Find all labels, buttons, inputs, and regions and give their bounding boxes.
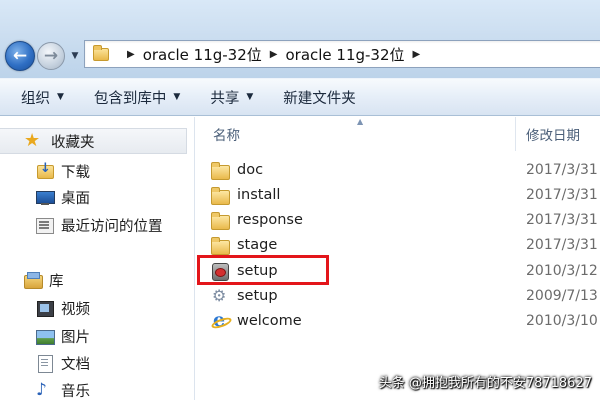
breadcrumb-item[interactable]: oracle 11g-32位 [285,44,404,65]
file-name: welcome [237,312,302,329]
file-name: install [237,186,281,203]
caret-down-icon: ▼ [173,92,181,102]
file-name: setup [237,287,278,304]
sidebar-item-label: 视频 [61,301,90,318]
file-row[interactable]: setup 2009/7/13 [211,283,600,308]
file-date: 2010/3/12 [526,262,598,279]
folder-icon [211,211,230,230]
new-folder-button[interactable]: 新建文件夹 [283,87,356,108]
file-date: 2017/3/31 [526,211,598,228]
caret-down-icon: ▼ [246,92,254,102]
file-row[interactable]: welcome 2010/3/10 [211,308,600,333]
document-icon [36,355,54,373]
watermark: 头条 @拥抱我所有的不安78718627 [378,376,592,391]
organize-label: 组织 [21,90,50,107]
music-icon: ♪ [36,380,47,400]
include-in-library-button[interactable]: 包含到库中 ▼ [94,87,180,108]
sidebar-item-label: 最近访问的位置 [61,218,163,235]
picture-icon [36,328,55,345]
breadcrumb-separator-icon[interactable]: ▶ [127,49,135,60]
file-name: doc [237,161,264,178]
file-date: 2017/3/31 [526,236,598,253]
command-toolbar: 组织 ▼ 包含到库中 ▼ 共享 ▼ 新建文件夹 [0,78,600,116]
file-name: response [237,211,303,228]
sidebar-item-label: 图片 [61,329,90,346]
share-label: 共享 [210,90,240,107]
folder-icon [211,236,230,255]
sidebar-item-label: 下载 [61,164,90,181]
file-row[interactable]: stage 2017/3/31 [211,232,600,257]
forward-arrow-icon: → [43,45,59,66]
downloads-folder-icon [36,161,54,179]
star-icon: ★ [24,130,41,151]
folder-icon [211,161,230,180]
sidebar-item-label: 库 [49,273,64,290]
back-arrow-icon: ← [12,45,28,66]
file-row[interactable]: install 2017/3/31 [211,182,600,207]
breadcrumb-separator-icon[interactable]: ▶ [270,49,278,60]
folder-icon [211,186,230,205]
annotation-highlight-box [197,255,329,285]
sidebar-item-desktop[interactable]: 桌面 [36,184,90,210]
sidebar-item-documents[interactable]: 文档 [36,350,90,376]
file-row[interactable]: response 2017/3/31 [211,207,600,232]
column-header-name[interactable]: 名称 [213,123,240,145]
address-box[interactable]: ▶ oracle 11g-32位 ▶ oracle 11g-32位 ▶ [84,40,600,68]
address-bar-area: ← → ▼ ▶ oracle 11g-32位 ▶ oracle 11g-32位 … [0,0,600,78]
libraries-icon [24,272,43,289]
column-divider[interactable] [515,117,516,151]
sidebar-item-libraries[interactable]: 库 [24,267,64,293]
sidebar-item-label: 桌面 [61,190,90,207]
file-name: stage [237,236,278,253]
include-in-library-label: 包含到库中 [93,90,167,107]
sidebar-item-pictures[interactable]: 图片 [36,323,90,349]
sidebar-item-favorites[interactable]: ★ 收藏夹 [0,128,187,154]
organize-button[interactable]: 组织 ▼ [21,87,64,108]
sidebar-item-label: 收藏夹 [51,134,95,151]
back-button[interactable]: ← [5,41,35,71]
desktop-icon [36,189,55,205]
forward-button[interactable]: → [37,42,65,70]
file-date: 2010/3/10 [526,312,598,329]
config-file-icon [211,286,229,305]
sort-ascending-icon: ▲ [357,117,364,126]
history-dropdown-icon[interactable]: ▼ [69,50,81,62]
sidebar-item-label: 文档 [61,356,90,373]
file-date: 2017/3/31 [526,186,598,203]
sidebar-item-recent-places[interactable]: 最近访问的位置 [36,212,163,238]
share-button[interactable]: 共享 ▼ [210,87,253,108]
caret-down-icon: ▼ [57,92,64,102]
file-date: 2009/7/13 [526,287,598,304]
folder-icon [93,44,109,61]
column-header-date-modified[interactable]: 修改日期 [526,123,580,145]
sidebar-item-videos[interactable]: 视频 [36,295,90,321]
breadcrumb-separator-icon[interactable]: ▶ [413,49,421,60]
file-row[interactable]: doc 2017/3/31 [211,157,600,182]
sidebar-item-label: 音乐 [61,383,90,400]
breadcrumb-item[interactable]: oracle 11g-32位 [143,44,262,65]
sidebar-item-downloads[interactable]: 下载 [36,158,90,184]
navigation-pane: ★ 收藏夹 下载 桌面 最近访问的位置 库 视频 图片 文档 ♪ 音乐 [0,117,195,400]
new-folder-label: 新建文件夹 [283,90,356,107]
recent-places-icon [36,217,54,234]
video-icon [36,300,54,317]
ie-html-icon [211,309,229,331]
file-date: 2017/3/31 [526,161,598,178]
sidebar-item-music[interactable]: ♪ 音乐 [36,377,90,400]
